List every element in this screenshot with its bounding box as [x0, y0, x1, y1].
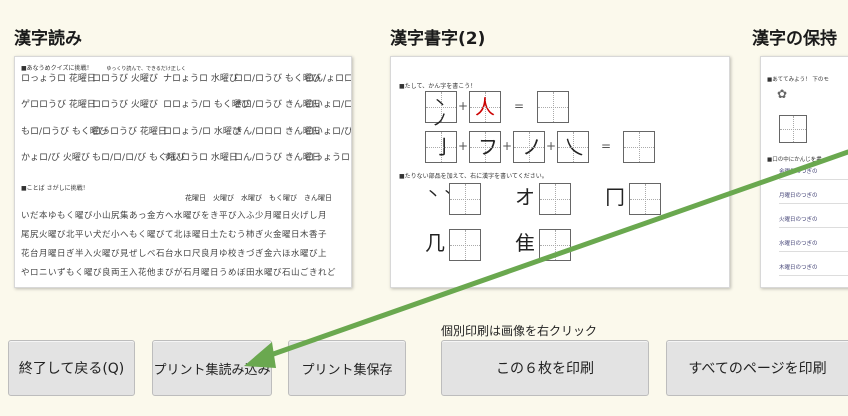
annotation-arrow-icon [244, 149, 848, 368]
